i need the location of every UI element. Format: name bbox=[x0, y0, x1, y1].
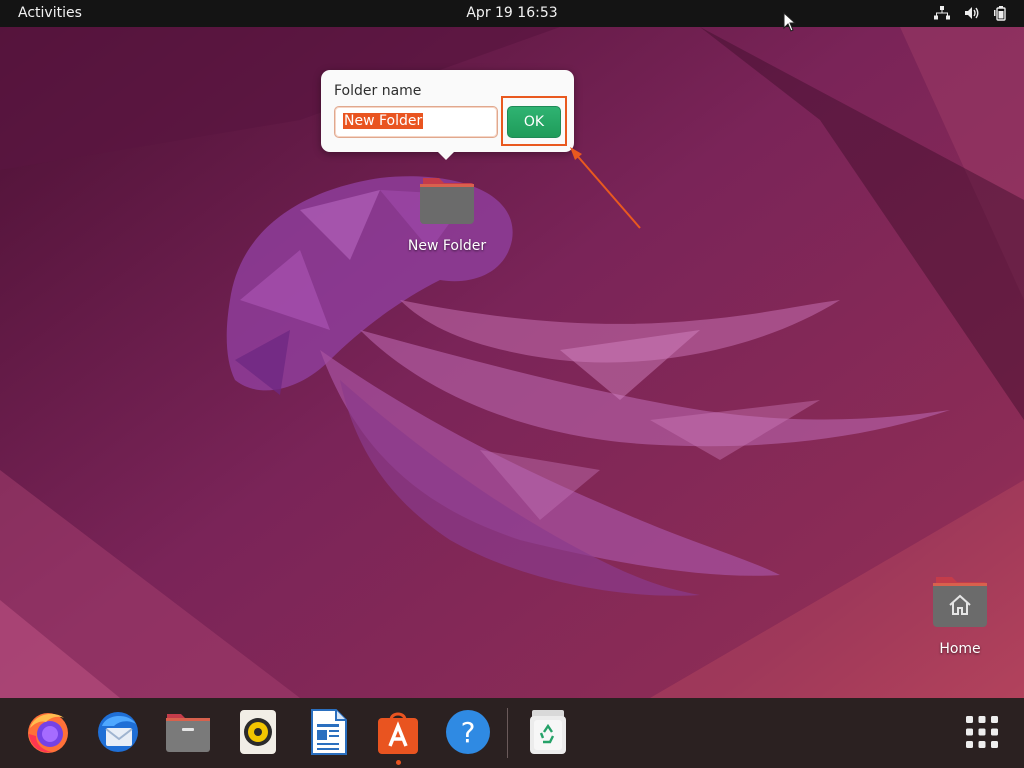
folder-name-label: Folder name bbox=[334, 83, 422, 99]
files-icon[interactable] bbox=[164, 708, 212, 756]
rename-popover: Folder name New Folder OK bbox=[321, 70, 574, 160]
selected-text: New Folder bbox=[343, 113, 424, 129]
ok-button[interactable]: OK bbox=[507, 106, 561, 138]
system-tray[interactable] bbox=[934, 5, 1010, 21]
home-folder-icon bbox=[933, 577, 987, 627]
dock: ? bbox=[0, 698, 1024, 768]
svg-text:?: ? bbox=[461, 716, 476, 749]
annotation-arrow bbox=[570, 147, 641, 229]
popover-tail bbox=[437, 151, 455, 160]
desktop-icon-home[interactable]: Home bbox=[910, 575, 1010, 657]
volume-icon bbox=[965, 7, 979, 19]
network-icon bbox=[934, 6, 950, 20]
folder-icon bbox=[420, 178, 474, 224]
desktop-icon-new-folder[interactable]: New Folder bbox=[397, 172, 497, 254]
mouse-cursor-icon bbox=[783, 12, 797, 32]
running-indicator bbox=[396, 760, 401, 765]
activities-button[interactable]: Activities bbox=[18, 5, 82, 21]
libreoffice-writer-icon[interactable] bbox=[304, 708, 352, 756]
ubuntu-software-icon[interactable] bbox=[374, 708, 422, 756]
trash-icon[interactable] bbox=[524, 708, 572, 756]
top-bar: Activities Apr 19 16:53 bbox=[0, 0, 1024, 27]
battery-icon bbox=[994, 6, 1006, 21]
firefox-icon[interactable] bbox=[24, 708, 72, 756]
show-applications-icon[interactable] bbox=[960, 710, 1004, 754]
help-icon[interactable]: ? bbox=[444, 708, 492, 756]
thunderbird-icon[interactable] bbox=[94, 708, 142, 756]
desktop-icon-label: Home bbox=[939, 641, 981, 657]
clock-datetime[interactable]: Apr 19 16:53 bbox=[466, 5, 557, 21]
rhythmbox-icon[interactable] bbox=[234, 708, 282, 756]
folder-name-input[interactable]: New Folder bbox=[334, 106, 498, 138]
clock-area: Apr 19 16:53 bbox=[0, 5, 1024, 21]
desktop-icon-label: New Folder bbox=[407, 238, 487, 254]
dock-separator bbox=[507, 708, 508, 758]
